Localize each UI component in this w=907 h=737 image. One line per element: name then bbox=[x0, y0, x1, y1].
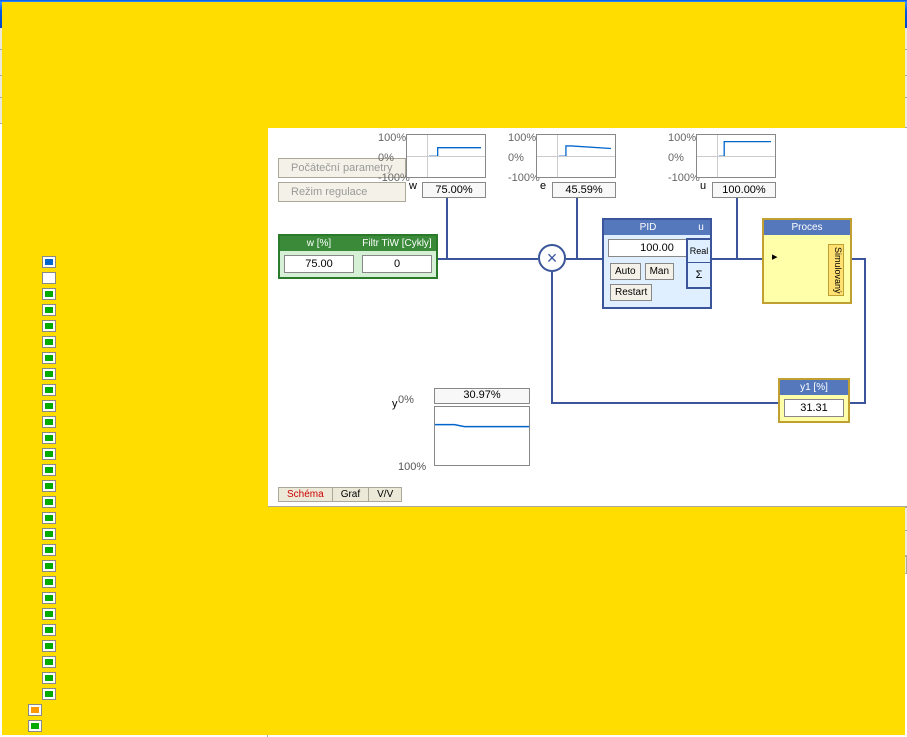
tab-schema[interactable]: Schéma bbox=[278, 487, 333, 502]
summing-junction bbox=[538, 244, 566, 272]
schema-view-tabs: Schéma Graf V/V bbox=[272, 484, 401, 504]
tab-graf[interactable]: Graf bbox=[332, 487, 369, 502]
regulation-mode-button[interactable]: Režim regulace bbox=[278, 182, 406, 202]
plot-u-value: 100.00% bbox=[712, 182, 776, 198]
process-mode: Simulovaný bbox=[828, 244, 844, 296]
pid-schema-canvas[interactable]: Počáteční parametry Režim regulace 100%0… bbox=[268, 128, 907, 507]
w-value[interactable]: 75.00 bbox=[284, 255, 354, 273]
block-y1[interactable]: y1 [%] 31.31 bbox=[778, 378, 850, 423]
plot-e-value: 45.59% bbox=[552, 182, 616, 198]
pid-man-button[interactable]: Man bbox=[645, 263, 674, 280]
y-label: y bbox=[392, 398, 398, 410]
filter-header: Filtr TiW [Cykly] bbox=[358, 236, 436, 251]
pid-output-type: Real Σ bbox=[686, 238, 712, 289]
plot-w-value: 75.00% bbox=[422, 182, 486, 198]
pid-restart-button[interactable]: Restart bbox=[610, 284, 652, 301]
block-process[interactable]: Proces Simulovaný ▸ bbox=[762, 218, 852, 304]
y1-header: y1 [%] bbox=[780, 380, 848, 395]
y1-value: 31.31 bbox=[784, 399, 844, 417]
plot-w: 100%0%-100% w75.00% bbox=[406, 134, 486, 198]
tree-node[interactable]: ⊟VAR_GLOBAL bbox=[2, 238, 265, 254]
pid-header: PID bbox=[604, 220, 692, 235]
variable-tree[interactable]: ⊟Systémové proměnnéVAR_EXTERNALVAR_GLOBA… bbox=[0, 124, 267, 737]
w-header: w [%] bbox=[280, 236, 358, 251]
plot-e: 100%0%-100% e45.59% bbox=[536, 134, 616, 198]
tab-vv[interactable]: V/V bbox=[368, 487, 402, 502]
pid-auto-button[interactable]: Auto bbox=[610, 263, 641, 280]
plot-y: 30.97% bbox=[434, 388, 530, 466]
plot-u: 100%0%-100% u100.00% bbox=[696, 134, 776, 198]
block-w-input[interactable]: w [%] 75.00 Filtr TiW [Cykly] 0 bbox=[278, 234, 438, 279]
y-value: 30.97% bbox=[434, 388, 530, 404]
project-tree-pane: 📁 📂 📋 📄 🌐 ⚙ 🔄 ⊟Systémové proměnnéVAR_EXT… bbox=[0, 98, 268, 737]
filter-value[interactable]: 0 bbox=[362, 255, 432, 273]
process-header: Proces bbox=[764, 220, 850, 235]
